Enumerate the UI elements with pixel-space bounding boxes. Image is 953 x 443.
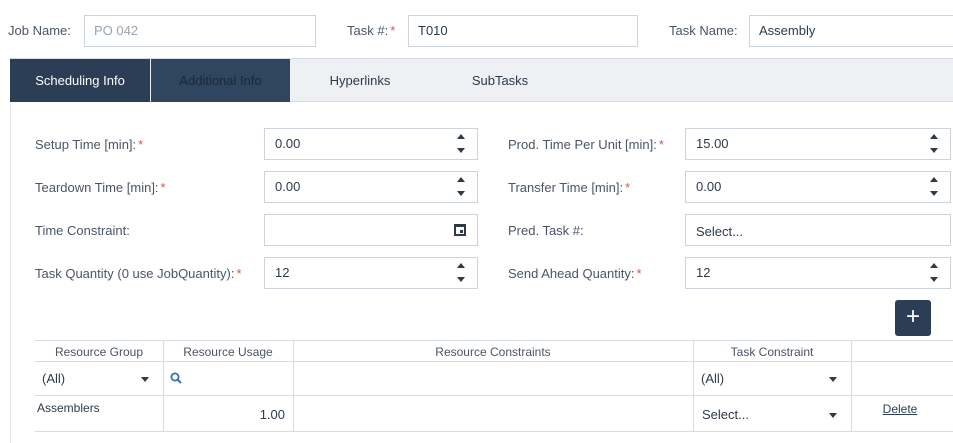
send-ahead-label-text: Send Ahead Quantity:: [508, 266, 635, 281]
cell-resource-usage[interactable]: 1.00: [163, 407, 285, 422]
job-name-label: Job Name:: [8, 23, 71, 38]
column-header-resource-usage[interactable]: Resource Usage: [163, 345, 293, 359]
teardown-time-label-text: Teardown Time [min]:: [35, 180, 159, 195]
time-constraint-input[interactable]: [264, 214, 478, 246]
resource-grid: Resource Group Resource Usage Resource C…: [35, 340, 953, 443]
send-ahead-input[interactable]: 12: [685, 257, 951, 289]
delete-link-text[interactable]: Delete: [883, 402, 918, 416]
task-number-label-text: Task #:: [347, 23, 389, 38]
task-number-label: Task #: *: [347, 23, 395, 38]
task-number-input[interactable]: T010: [408, 15, 638, 47]
task-quantity-label-text: Task Quantity (0 use JobQuantity):: [35, 266, 235, 281]
grid-line: [35, 395, 953, 396]
transfer-time-value: 0.00: [696, 179, 722, 194]
tab-subtasks[interactable]: SubTasks: [430, 59, 570, 102]
transfer-time-input[interactable]: 0.00: [685, 171, 951, 203]
tab-hyperlinks[interactable]: Hyperlinks: [290, 59, 430, 102]
task-constraint-select[interactable]: Select...: [702, 407, 749, 422]
column-header-task-constraint[interactable]: Task Constraint: [693, 345, 851, 359]
tab-bar: Scheduling Info Additional Info Hyperlin…: [10, 58, 953, 102]
spinner-icon[interactable]: [929, 134, 939, 154]
setup-time-label-text: Setup Time [min]:: [35, 137, 137, 152]
time-constraint-label: Time Constraint:: [35, 223, 130, 238]
spinner-icon[interactable]: [456, 177, 466, 197]
required-mark: *: [236, 266, 242, 281]
spinner-icon[interactable]: [456, 134, 466, 154]
required-mark: *: [138, 137, 144, 152]
resource-group-filter[interactable]: (All): [42, 371, 65, 386]
required-mark: *: [636, 266, 642, 281]
spinner-icon[interactable]: [929, 177, 939, 197]
setup-time-value: 0.00: [275, 136, 301, 151]
required-mark: *: [658, 137, 664, 152]
teardown-time-value: 0.00: [275, 179, 301, 194]
teardown-time-input[interactable]: 0.00: [264, 171, 478, 203]
pred-task-label: Pred. Task #:: [508, 223, 584, 238]
required-mark: *: [625, 180, 631, 195]
setup-time-label: Setup Time [min]: *: [35, 137, 143, 152]
grid-col-divider: [851, 340, 852, 431]
column-header-resource-constraints[interactable]: Resource Constraints: [293, 345, 693, 359]
tab-scheduling-info[interactable]: Scheduling Info: [10, 59, 150, 102]
prod-time-label: Prod. Time Per Unit [min]: *: [508, 137, 664, 152]
task-quantity-value: 12: [275, 265, 290, 280]
chevron-down-icon[interactable]: [829, 413, 837, 418]
required-mark: *: [390, 23, 396, 38]
search-icon[interactable]: [170, 372, 182, 384]
teardown-time-label: Teardown Time [min]: *: [35, 180, 166, 195]
send-ahead-label: Send Ahead Quantity: *: [508, 266, 642, 281]
chevron-down-icon[interactable]: [829, 377, 837, 382]
transfer-time-label-text: Transfer Time [min]:: [508, 180, 624, 195]
grid-line: [35, 340, 953, 341]
task-constraint-filter[interactable]: (All): [701, 371, 724, 386]
cell-resource-group: Assemblers: [37, 401, 100, 415]
tab-additional-info[interactable]: Additional Info: [151, 59, 290, 102]
prod-time-label-text: Prod. Time Per Unit [min]:: [508, 137, 657, 152]
task-quantity-label: Task Quantity (0 use JobQuantity): *: [35, 266, 242, 281]
required-mark: *: [160, 180, 166, 195]
column-header-resource-group[interactable]: Resource Group: [35, 345, 163, 359]
task-name-input[interactable]: Assembly: [749, 15, 953, 47]
spinner-icon[interactable]: [456, 263, 466, 283]
spinner-icon[interactable]: [929, 263, 939, 283]
transfer-time-label: Transfer Time [min]: *: [508, 180, 630, 195]
delete-link[interactable]: Delete: [851, 401, 949, 416]
task-quantity-input[interactable]: 12: [264, 257, 478, 289]
job-name-input[interactable]: PO 042: [84, 15, 316, 47]
grid-line: [35, 361, 953, 362]
task-name-label: Task Name:: [669, 23, 738, 38]
send-ahead-value: 12: [696, 265, 711, 280]
grid-line: [35, 431, 953, 432]
chevron-down-icon[interactable]: [141, 377, 149, 382]
setup-time-input[interactable]: 0.00: [264, 128, 478, 160]
calendar-icon[interactable]: [454, 224, 466, 236]
prod-time-input[interactable]: 15.00: [685, 128, 951, 160]
add-resource-button[interactable]: +: [895, 300, 931, 336]
prod-time-value: 15.00: [696, 136, 729, 151]
pred-task-select[interactable]: Select...: [685, 214, 951, 246]
